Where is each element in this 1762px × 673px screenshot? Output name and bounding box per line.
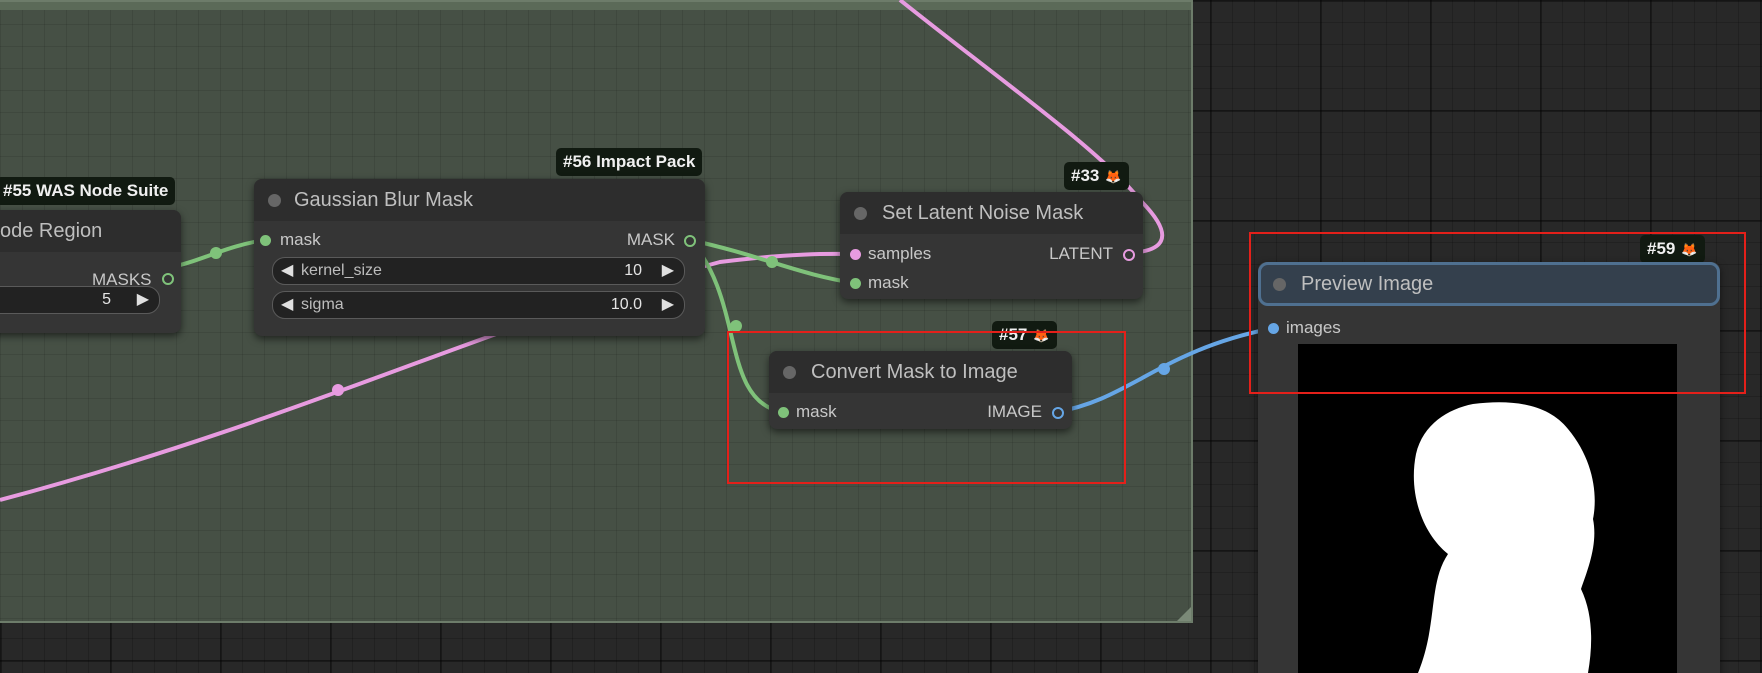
input-label: samples [868,244,932,263]
link-midpoint[interactable] [210,247,222,259]
node-title[interactable]: ode Region [0,210,181,252]
link-midpoint[interactable] [332,384,344,396]
fox-icon: 🦊 [1105,169,1122,184]
decrement-arrow-icon[interactable]: ◀ [281,258,293,284]
node-title-label: ode Region [0,220,103,242]
node-set-latent-noise-mask[interactable]: Set Latent Noise Mask samples mask LATEN… [840,192,1143,299]
output-label: LATENT [1049,244,1113,263]
node-badge: #33 🦊 [1064,162,1129,190]
link-midpoint[interactable] [1158,363,1170,375]
widget-name: sigma [301,296,344,313]
link-midpoint[interactable] [766,256,778,268]
output-slot-latent[interactable] [1123,249,1135,261]
node-title[interactable]: Set Latent Noise Mask [840,192,1143,234]
widget-kernel-size[interactable]: ◀ kernel_size 10 ▶ [272,257,685,285]
selection-highlight-box [1249,232,1746,394]
node-title-label: Set Latent Noise Mask [882,202,1084,224]
decrement-arrow-icon[interactable]: ◀ [281,292,293,318]
badge-label: #33 [1071,166,1100,185]
input-label: mask [280,230,321,249]
input-slot-mask[interactable] [260,235,271,246]
output-label: MASK [626,230,675,249]
node-badge: #55 WAS Node Suite [0,177,176,205]
widget-value: 10.0 [610,296,642,313]
output-slot-masks[interactable] [162,273,174,285]
node-gaussian-blur-mask[interactable]: Gaussian Blur Mask mask MASK ◀ kernel_si… [254,179,705,336]
input-slot-mask[interactable] [850,278,861,289]
node-badge: #56 Impact Pack [556,148,703,176]
widget-value: 10 [624,262,642,279]
widget-name: kernel_size [301,262,382,279]
node-was-region[interactable]: ode Region MASKS 5 ▶ [0,210,181,333]
graph-canvas[interactable]: #55 WAS Node Suite ode Region MASKS 5 ▶ … [0,0,1762,673]
increment-arrow-icon[interactable]: ▶ [662,292,674,318]
increment-arrow-icon[interactable]: ▶ [662,258,674,284]
node-title[interactable]: Gaussian Blur Mask [254,179,705,221]
widget-sigma[interactable]: ◀ sigma 10.0 ▶ [272,291,685,319]
input-slot-samples[interactable] [850,249,861,260]
output-slot-mask[interactable] [684,235,696,247]
increment-arrow-icon[interactable]: ▶ [137,287,149,313]
selection-highlight-box [727,331,1126,484]
widget-value: 5 [102,291,111,308]
collapse-dot-icon[interactable] [854,207,867,220]
node-title-label: Gaussian Blur Mask [294,189,473,211]
widget-number[interactable]: 5 ▶ [0,286,160,314]
collapse-dot-icon[interactable] [268,194,281,207]
input-label: mask [868,273,909,292]
